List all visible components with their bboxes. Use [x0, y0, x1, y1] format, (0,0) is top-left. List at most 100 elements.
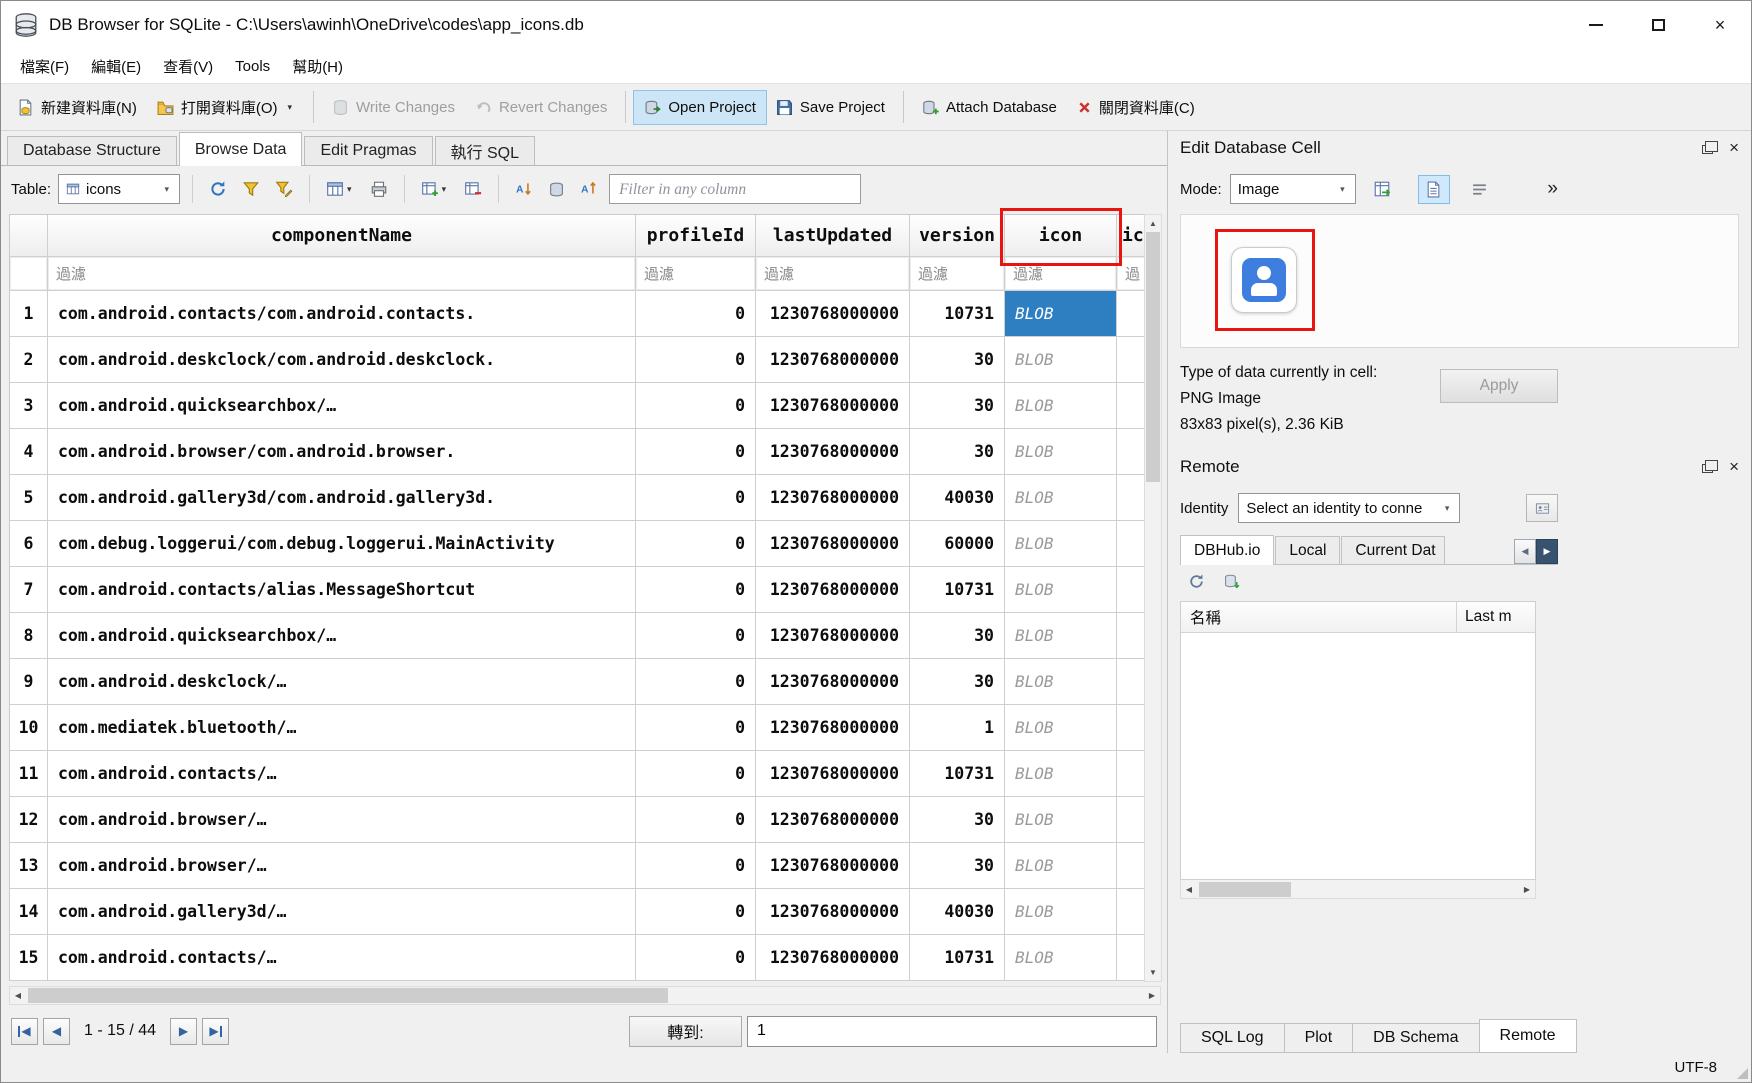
save-table-button[interactable]: ▾: [322, 174, 359, 204]
remote-scroll-thumb[interactable]: [1199, 882, 1291, 897]
refresh-button[interactable]: [205, 174, 231, 204]
cell-num[interactable]: 5: [10, 475, 48, 521]
cell-lastUpdated[interactable]: 1230768000000: [756, 935, 910, 981]
cell-num[interactable]: 15: [10, 935, 48, 981]
cell-truncated[interactable]: [1117, 705, 1145, 751]
cell-version[interactable]: 30: [910, 383, 1005, 429]
cell-lastUpdated[interactable]: 1230768000000: [756, 429, 910, 475]
menu-file[interactable]: 檔案(F): [9, 49, 80, 84]
cell-version[interactable]: 10731: [910, 567, 1005, 613]
filter-profileId[interactable]: 過濾: [636, 257, 756, 291]
table-row[interactable]: 9 com.android.deskclock/… 0 123076800000…: [10, 659, 1144, 705]
table-row[interactable]: 2 com.android.deskclock/com.android.desk…: [10, 337, 1144, 383]
sort-asc-button[interactable]: A: [511, 174, 537, 204]
resize-grip-icon[interactable]: [1737, 1068, 1748, 1079]
scroll-down-icon[interactable]: ▼: [1145, 964, 1161, 981]
cell-num[interactable]: 13: [10, 843, 48, 889]
apply-button[interactable]: Apply: [1440, 369, 1558, 403]
cell-profileId[interactable]: 0: [636, 705, 756, 751]
delete-record-button[interactable]: [460, 174, 486, 204]
revert-changes-button[interactable]: Revert Changes: [465, 91, 617, 124]
cell-icon[interactable]: BLOB: [1005, 843, 1117, 889]
cell-truncated[interactable]: [1117, 383, 1145, 429]
dock-tab-db-schema[interactable]: DB Schema: [1352, 1023, 1479, 1053]
database-small-button[interactable]: [544, 174, 569, 204]
table-row[interactable]: 8 com.android.quicksearchbox/… 0 1230768…: [10, 613, 1144, 659]
table-row[interactable]: 3 com.android.quicksearchbox/… 0 1230768…: [10, 383, 1144, 429]
cell-componentName[interactable]: com.android.deskclock/…: [48, 659, 636, 705]
menu-tools[interactable]: Tools: [224, 51, 281, 82]
close-button[interactable]: ×: [1689, 1, 1751, 49]
cell-truncated[interactable]: [1117, 659, 1145, 705]
undock-icon[interactable]: [1702, 145, 1713, 154]
cell-version[interactable]: 40030: [910, 889, 1005, 935]
dock-tab-remote[interactable]: Remote: [1479, 1019, 1577, 1053]
menu-help[interactable]: 幫助(H): [281, 49, 354, 84]
cell-truncated[interactable]: [1117, 889, 1145, 935]
previous-record-button[interactable]: ◀: [43, 1018, 70, 1045]
toolbar-overflow-icon[interactable]: »: [1547, 178, 1558, 200]
open-database-dropdown-icon[interactable]: ▾: [285, 103, 296, 112]
table-row[interactable]: 5 com.android.gallery3d/com.android.gall…: [10, 475, 1144, 521]
identity-select[interactable]: Select an identity to conne ▾: [1238, 493, 1460, 523]
cell-truncated[interactable]: [1117, 475, 1145, 521]
table-row[interactable]: 10 com.mediatek.bluetooth/… 0 1230768000…: [10, 705, 1144, 751]
cell-icon[interactable]: BLOB: [1005, 935, 1117, 981]
tab-scroll-left-icon[interactable]: ◀: [1514, 539, 1536, 564]
cell-icon[interactable]: BLOB: [1005, 751, 1117, 797]
tab-browse-data[interactable]: Browse Data: [179, 132, 303, 166]
cell-version[interactable]: 10731: [910, 751, 1005, 797]
cell-truncated[interactable]: [1117, 751, 1145, 797]
cell-lastUpdated[interactable]: 1230768000000: [756, 383, 910, 429]
insert-record-button[interactable]: ▾: [417, 174, 454, 204]
cell-profileId[interactable]: 0: [636, 751, 756, 797]
tab-execute-sql[interactable]: 執行 SQL: [435, 136, 535, 165]
cell-profileId[interactable]: 0: [636, 797, 756, 843]
cell-icon[interactable]: BLOB: [1005, 521, 1117, 567]
close-panel-icon[interactable]: ×: [1729, 458, 1739, 475]
cell-icon[interactable]: BLOB: [1005, 613, 1117, 659]
cell-profileId[interactable]: 0: [636, 659, 756, 705]
close-database-button[interactable]: 關閉資料庫(C): [1067, 89, 1205, 126]
cell-lastUpdated[interactable]: 1230768000000: [756, 797, 910, 843]
vertical-scroll-thumb[interactable]: [1146, 232, 1160, 482]
cell-componentName[interactable]: com.android.contacts/alias.MessageShortc…: [48, 567, 636, 613]
identity-settings-button[interactable]: [1526, 494, 1558, 522]
header-version[interactable]: version: [910, 215, 1005, 257]
cell-truncated[interactable]: [1117, 797, 1145, 843]
cell-lastUpdated[interactable]: 1230768000000: [756, 613, 910, 659]
table-select[interactable]: icons ▾: [58, 174, 180, 204]
cell-componentName[interactable]: com.debug.loggerui/com.debug.loggerui.Ma…: [48, 521, 636, 567]
cell-version[interactable]: 30: [910, 337, 1005, 383]
new-database-button[interactable]: 新建資料庫(N): [7, 89, 147, 126]
cell-version[interactable]: 40030: [910, 475, 1005, 521]
text-view-button[interactable]: [1418, 175, 1450, 204]
cell-componentName[interactable]: com.android.contacts/com.android.contact…: [48, 291, 636, 337]
open-database-button[interactable]: 打開資料庫(O) ▾: [147, 89, 305, 126]
filter-icon-column[interactable]: 過濾: [1005, 257, 1117, 291]
remote-table-body[interactable]: [1181, 633, 1535, 879]
cell-truncated[interactable]: [1117, 429, 1145, 475]
scroll-right-icon[interactable]: ▶: [1144, 987, 1160, 1004]
remote-tab-dbhub[interactable]: DBHub.io: [1180, 535, 1274, 565]
header-profileId[interactable]: profileId: [636, 215, 756, 257]
undock-icon[interactable]: [1702, 464, 1713, 473]
cell-lastUpdated[interactable]: 1230768000000: [756, 567, 910, 613]
cell-num[interactable]: 12: [10, 797, 48, 843]
cell-icon[interactable]: BLOB: [1005, 889, 1117, 935]
menu-view[interactable]: 查看(V): [152, 49, 224, 84]
header-truncated[interactable]: ic: [1117, 215, 1145, 257]
cell-icon[interactable]: BLOB: [1005, 475, 1117, 521]
scroll-left-icon[interactable]: ◀: [10, 987, 26, 1004]
table-row[interactable]: 13 com.android.browser/… 0 1230768000000…: [10, 843, 1144, 889]
goto-button[interactable]: 轉到:: [629, 1016, 742, 1047]
cell-version[interactable]: 30: [910, 613, 1005, 659]
write-changes-button[interactable]: Write Changes: [322, 91, 465, 124]
cell-version[interactable]: 30: [910, 843, 1005, 889]
cell-componentName[interactable]: com.android.quicksearchbox/…: [48, 383, 636, 429]
remote-refresh-button[interactable]: [1188, 573, 1205, 594]
global-filter-input[interactable]: [609, 174, 861, 204]
cell-lastUpdated[interactable]: 1230768000000: [756, 475, 910, 521]
cell-num[interactable]: 11: [10, 751, 48, 797]
cell-icon[interactable]: BLOB: [1005, 567, 1117, 613]
